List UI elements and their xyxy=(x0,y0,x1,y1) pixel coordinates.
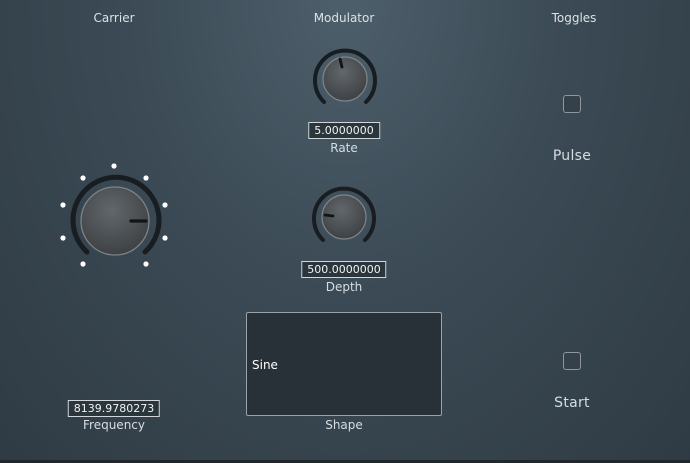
modulator-title: Modulator xyxy=(313,11,375,25)
frequency-knob[interactable] xyxy=(54,160,174,274)
pulse-label: Pulse xyxy=(552,148,592,164)
depth-label: Depth xyxy=(325,280,363,294)
depth-value-field[interactable]: 500.0000000 xyxy=(301,261,387,278)
carrier-title: Carrier xyxy=(93,11,135,25)
frequency-value-field[interactable]: 8139.9780273 xyxy=(67,400,161,417)
frequency-label: Frequency xyxy=(83,418,145,432)
rate-knob[interactable] xyxy=(308,42,382,116)
toggles-title: Toggles xyxy=(551,11,597,25)
rate-label: Rate xyxy=(330,141,358,155)
start-checkbox[interactable] xyxy=(563,352,581,370)
start-label: Start xyxy=(554,395,590,411)
shape-label: Shape xyxy=(325,418,363,432)
rate-knob-indicator xyxy=(338,57,344,69)
shape-selector[interactable]: Sine xyxy=(246,312,442,416)
shape-selected-value: Sine xyxy=(252,358,278,372)
rate-value-field[interactable]: 5.0000000 xyxy=(308,122,380,139)
depth-knob[interactable] xyxy=(307,180,381,254)
pulse-checkbox[interactable] xyxy=(563,95,581,113)
depth-knob-indicator xyxy=(323,213,335,218)
